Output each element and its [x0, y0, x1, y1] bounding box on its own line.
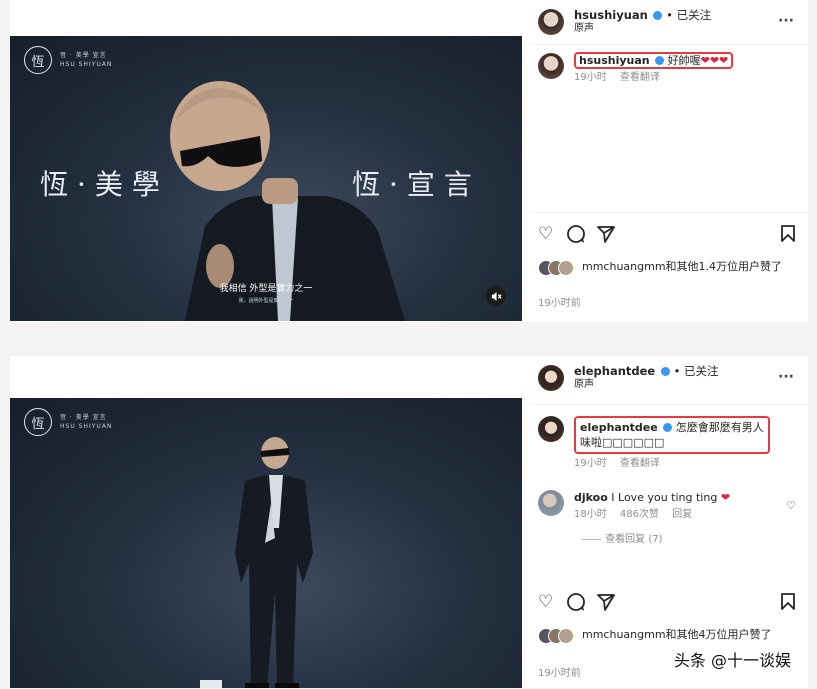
audio-label[interactable]: 原声 [574, 22, 711, 36]
brand-logo: 恆 [24, 408, 52, 436]
comment-username[interactable]: djkoo [574, 491, 608, 504]
post-1-sidebar: hsushiyuan • 已关注 原声 ··· hsushiyuan 好帥喔❤❤… [532, 0, 808, 322]
comment-text-line-1: 怎麼會那麼有男人 [675, 421, 764, 434]
comment-icon[interactable] [566, 224, 586, 249]
verified-badge-icon [655, 56, 665, 65]
watermark: 头条 @十一谈娱 [669, 645, 795, 673]
comment-like-icon[interactable]: ♡ [786, 499, 796, 512]
comment: elephantdee 怎麼會那麼有男人 味啦□□□□□□ 19小时 查看翻译 [538, 416, 798, 471]
more-options-icon[interactable]: ··· [778, 369, 794, 385]
share-icon[interactable] [596, 224, 616, 249]
likes-summary[interactable]: mmchuangmm和其他1.4万位用户赞了 [538, 260, 798, 276]
comment: djkoo I Love you ting ting ❤ 18小时 486次赞 … [538, 490, 798, 547]
post-2-video[interactable]: 恆 恆 · 美學 宣言 HSU SHIYUAN [10, 398, 522, 688]
video-subtitle: 我相信 外型是實力之一 我，說明外型是實力之一 [10, 281, 522, 304]
liker-avatars [538, 628, 582, 644]
likes-text: mmchuangmm和其他1.4万位用户赞了 [582, 260, 783, 273]
username[interactable]: elephantdee [574, 364, 655, 378]
more-options-icon[interactable]: ··· [778, 13, 794, 29]
post-1-video[interactable]: 恆 恆 · 美學 宣言 HSU SHIYUAN 恆·美學 恆·宣言 我相信 外型… [10, 36, 522, 321]
subtitle-line-1: 我相信 外型是實力之一 [219, 284, 313, 294]
post-time: 19小时前 [538, 668, 581, 679]
post-2-sidebar: elephantdee • 已关注 原声 ··· elephantdee 怎麼會… [532, 356, 808, 688]
highlight-box: elephantdee 怎麼會那麼有男人 味啦□□□□□□ [574, 416, 770, 454]
bookmark-icon[interactable] [780, 592, 796, 616]
heart-emoji-icon: ❤❤❤ [700, 54, 729, 67]
follow-status[interactable]: • 已关注 [674, 364, 719, 378]
action-bar: ♡ [538, 224, 796, 246]
heart-emoji-icon: ❤ [720, 491, 731, 504]
divider [532, 44, 808, 45]
comment-time: 19小时 [574, 72, 607, 83]
see-translation-link[interactable]: 查看翻译 [620, 458, 660, 469]
brand-line-2: HSU SHIYUAN [60, 61, 113, 68]
speaker-muted-icon[interactable] [486, 286, 506, 306]
share-icon[interactable] [596, 592, 616, 617]
follow-status[interactable]: • 已关注 [666, 8, 711, 22]
verified-badge-icon [660, 367, 670, 376]
brand-line-1: 恆 · 美學 宣言 [60, 52, 107, 59]
post-header: hsushiyuan • 已关注 原声 ··· [538, 0, 798, 44]
liker-avatars [538, 260, 582, 276]
username[interactable]: hsushiyuan [574, 8, 648, 22]
bookmark-icon[interactable] [780, 224, 796, 248]
heart-icon[interactable]: ♡ [538, 592, 553, 612]
divider [532, 212, 808, 213]
highlight-box: hsushiyuan 好帥喔❤❤❤ [574, 52, 734, 69]
likes-summary[interactable]: mmchuangmm和其他4万位用户赞了 [538, 628, 798, 644]
video-overlay-right: 恆·宣言 [352, 168, 481, 201]
audio-label[interactable]: 原声 [574, 378, 719, 392]
avatar[interactable] [538, 365, 564, 391]
post-time: 19小时前 [538, 298, 581, 309]
divider [532, 404, 808, 405]
man-standing [235, 437, 313, 688]
action-bar: ♡ [538, 592, 796, 614]
verified-badge-icon [653, 11, 663, 20]
comment-username[interactable]: elephantdee [580, 421, 658, 434]
post-2: 恆 恆 · 美學 宣言 HSU SHIYUAN elephantdee • 已关… [10, 356, 808, 688]
brand-line-2: HSU SHIYUAN [60, 423, 113, 430]
post-header: elephantdee • 已关注 原声 ··· [538, 356, 798, 400]
comment-icon[interactable] [566, 592, 586, 617]
video-overlay-left: 恆·美學 [40, 168, 169, 201]
reply-link[interactable]: 回复 [672, 509, 692, 520]
comment-time: 19小时 [574, 458, 607, 469]
subtitle-line-2: 我，說明外型是實力之一 [238, 298, 294, 304]
avatar[interactable] [538, 490, 564, 516]
comment-username[interactable]: hsushiyuan [579, 54, 650, 67]
comment-text-line-2: 味啦□□□□□□ [580, 436, 665, 449]
avatar[interactable] [538, 9, 564, 35]
comment-text: 好帥喔 [667, 54, 701, 67]
brand-mark: 恆 恆 · 美學 宣言 HSU SHIYUAN [24, 408, 112, 436]
comment-time: 18小时 [574, 509, 607, 520]
avatar[interactable] [538, 416, 564, 442]
comment: hsushiyuan 好帥喔❤❤❤ 19小时 查看翻译 [538, 52, 798, 85]
view-replies-link[interactable]: —— 查看回复 (7) [582, 532, 730, 547]
comment-likes[interactable]: 486次赞 [620, 509, 659, 520]
brand-mark: 恆 恆 · 美學 宣言 HSU SHIYUAN [24, 46, 112, 74]
see-translation-link[interactable]: 查看翻译 [620, 72, 660, 83]
post-1: 恆 恆 · 美學 宣言 HSU SHIYUAN 恆·美學 恆·宣言 我相信 外型… [10, 0, 808, 322]
avatar[interactable] [538, 53, 564, 79]
likes-text: mmchuangmm和其他4万位用户赞了 [582, 628, 772, 641]
brand-logo: 恆 [24, 46, 52, 74]
brand-line-1: 恆 · 美學 宣言 [60, 414, 107, 421]
comment-text: I Love you ting ting [611, 491, 718, 504]
verified-badge-icon [663, 423, 673, 432]
floor-paper [200, 680, 222, 688]
heart-icon[interactable]: ♡ [538, 224, 553, 244]
